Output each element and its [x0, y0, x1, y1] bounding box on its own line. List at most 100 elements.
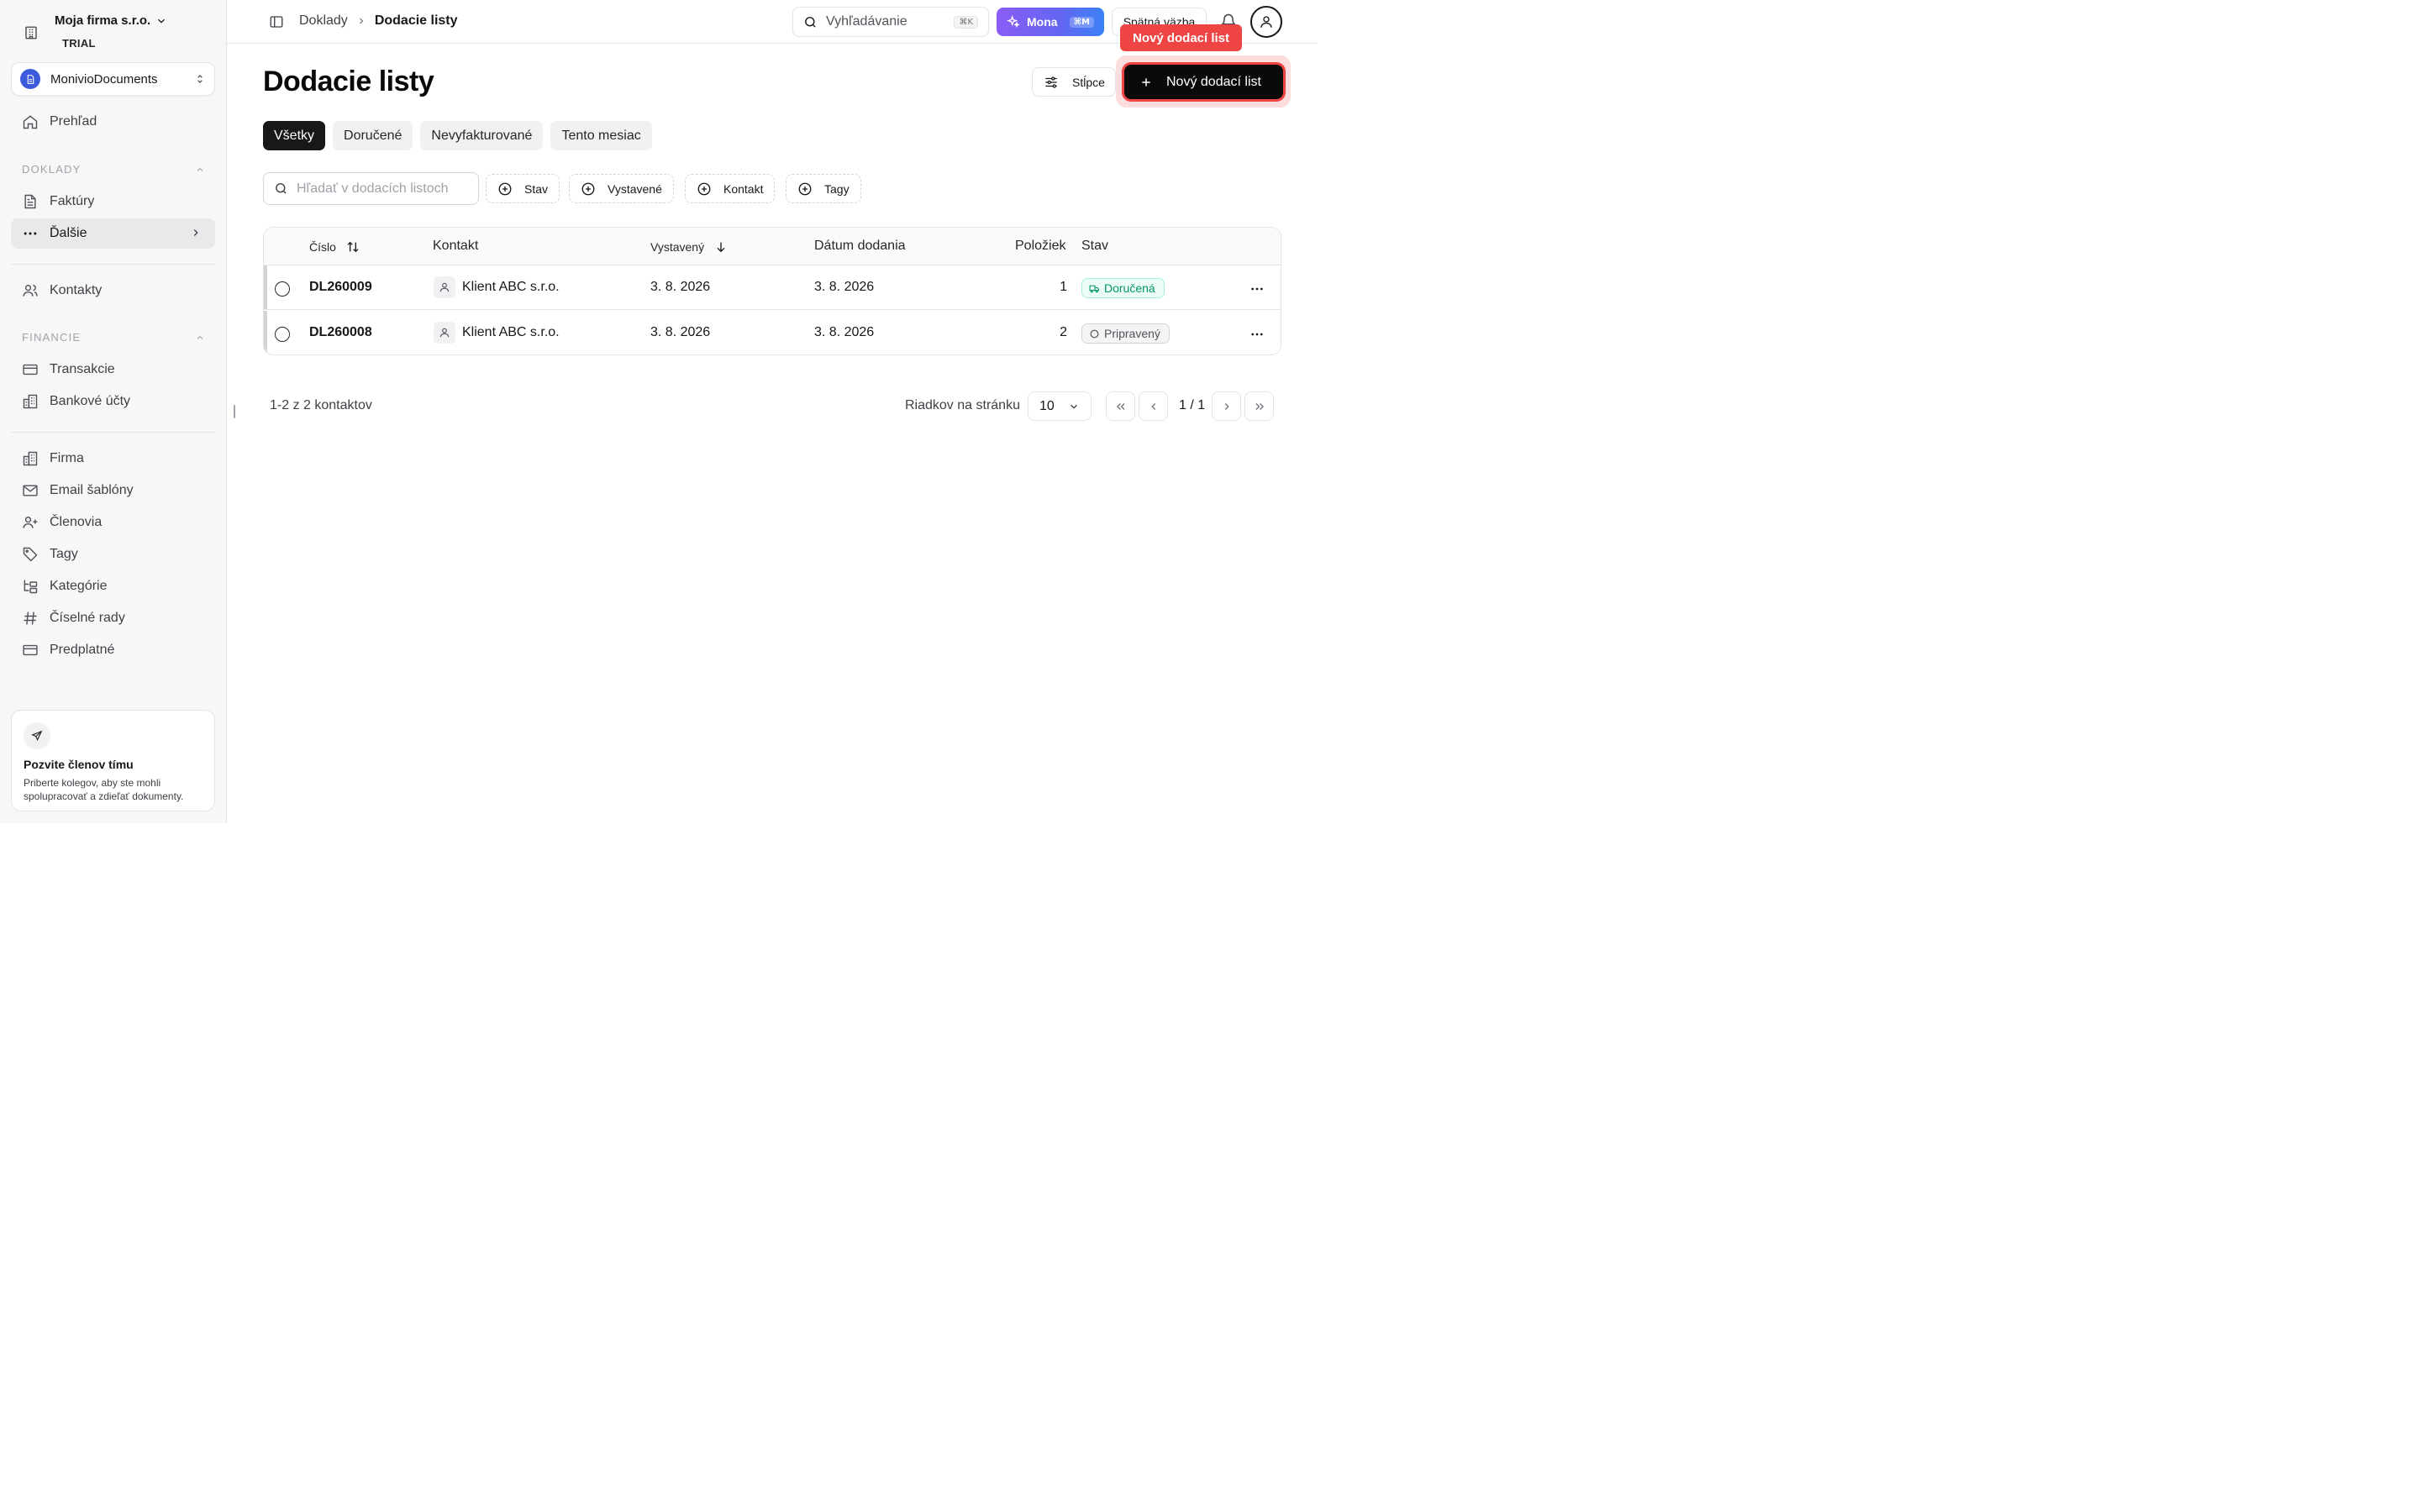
- sidebar-item-bank-accounts[interactable]: Bankové účty: [11, 386, 215, 417]
- sidebar-item-label: Kategórie: [50, 579, 108, 593]
- sidebar-toggle-icon[interactable]: [269, 14, 284, 29]
- sidebar-item-contacts[interactable]: Kontakty: [11, 276, 215, 306]
- first-page-button[interactable]: [1106, 391, 1135, 421]
- section-finance[interactable]: FINANCIE: [22, 331, 205, 344]
- search-icon: [803, 15, 818, 29]
- sidebar-item-number-series[interactable]: Číselné rady: [11, 603, 215, 633]
- plus-circle-icon: [697, 181, 712, 197]
- sidebar-item-label: Predplatné: [50, 643, 115, 657]
- row-select-radio[interactable]: [275, 281, 290, 297]
- sidebar-item-label: Prehľad: [50, 114, 97, 129]
- chevron-right-icon: [356, 16, 366, 26]
- column-header-delivery-date[interactable]: Dátum dodania: [814, 239, 906, 254]
- chevron-left-icon: [1148, 401, 1160, 412]
- filter-chip-contact[interactable]: Kontakt: [685, 174, 776, 203]
- cell-number[interactable]: DL260008: [309, 325, 372, 340]
- chip-label: Stav: [524, 181, 549, 196]
- sidebar-item-more[interactable]: Ďalšie: [11, 218, 215, 249]
- cell-delivery-date: 3. 8. 2026: [814, 325, 875, 339]
- search-label: Vyhľadávanie: [826, 14, 908, 29]
- search-icon: [274, 181, 288, 196]
- column-header-status[interactable]: Stav: [1081, 239, 1108, 254]
- breadcrumb: Doklady Dodacie listy: [299, 13, 458, 29]
- send-icon: [24, 722, 50, 749]
- workspace-switcher[interactable]: MonivioDocuments: [11, 62, 215, 96]
- status-badge: Doručená: [1081, 278, 1165, 298]
- prev-page-button[interactable]: [1139, 391, 1168, 421]
- sidebar-item-transactions[interactable]: Transakcie: [11, 354, 215, 385]
- cell-contact[interactable]: Klient ABC s.r.o.: [462, 280, 560, 295]
- plus-circle-icon: [797, 181, 813, 197]
- credit-card-icon: [22, 642, 39, 659]
- filter-chip-tags[interactable]: Tagy: [786, 174, 861, 203]
- plus-circle-icon: [497, 181, 513, 197]
- filter-chip-issued[interactable]: Vystavené: [569, 174, 674, 203]
- user-icon: [434, 276, 455, 298]
- sidebar-item-email-templates[interactable]: Email šablóny: [11, 475, 215, 506]
- column-header-items[interactable]: Položiek: [1015, 239, 1065, 254]
- filter-chip-status[interactable]: Stav: [486, 174, 560, 203]
- sidebar: Moja firma s.r.o. TRIAL MonivioDocuments…: [0, 0, 227, 823]
- sidebar-item-label: Transakcie: [50, 362, 115, 376]
- rows-per-page-select[interactable]: 10: [1028, 391, 1092, 421]
- breadcrumb-parent[interactable]: Doklady: [299, 13, 348, 29]
- column-header-issued[interactable]: Vystavený: [650, 240, 728, 254]
- company-switcher[interactable]: Moja firma s.r.o. TRIAL: [17, 12, 210, 52]
- more-horizontal-icon: [22, 225, 39, 242]
- row-actions-icon[interactable]: [1249, 327, 1265, 342]
- last-page-button[interactable]: [1244, 391, 1274, 421]
- section-label: FINANCIE: [22, 331, 82, 344]
- chip-label: Kontakt: [723, 181, 764, 196]
- sidebar-item-members[interactable]: Členovia: [11, 507, 215, 538]
- table-search[interactable]: [263, 172, 479, 205]
- chip-label: Vystavené: [608, 181, 662, 196]
- arrow-down-icon: [714, 240, 728, 254]
- table-search-input[interactable]: [297, 181, 456, 197]
- table-header: Číslo Kontakt Vystavený Dátum dodania Po…: [264, 228, 1281, 265]
- search-shortcut: ⌘K: [954, 15, 978, 29]
- tab-this-month[interactable]: Tento mesiac: [550, 121, 652, 150]
- section-label: DOKLADY: [22, 163, 82, 176]
- table-row[interactable]: DL260008 Klient ABC s.r.o. 3. 8. 2026 3.…: [264, 311, 1281, 354]
- sidebar-item-subscription[interactable]: Predplatné: [11, 635, 215, 665]
- tab-not-invoiced[interactable]: Nevyfakturované: [420, 121, 544, 150]
- sidebar-item-invoices[interactable]: Faktúry: [11, 186, 215, 217]
- tab-all[interactable]: Všetky: [263, 121, 326, 150]
- column-header-number[interactable]: Číslo: [309, 240, 360, 254]
- cell-issued: 3. 8. 2026: [650, 325, 711, 339]
- divider: [11, 264, 215, 265]
- hash-icon: [22, 610, 39, 627]
- rows-per-page-value: 10: [1039, 398, 1055, 413]
- file-text-icon: [22, 193, 39, 210]
- section-doklady[interactable]: DOKLADY: [22, 163, 205, 176]
- mona-shortcut: ⌘M: [1069, 16, 1094, 28]
- sidebar-item-label: Členovia: [50, 515, 103, 529]
- rows-per-page-label: Riadkov na stránku: [905, 398, 1020, 412]
- sidebar-item-tags[interactable]: Tagy: [11, 539, 215, 570]
- cell-contact[interactable]: Klient ABC s.r.o.: [462, 325, 560, 340]
- workspace-name: MonivioDocuments: [50, 71, 158, 87]
- mona-ai-button[interactable]: Mona ⌘M: [997, 8, 1104, 36]
- next-page-button[interactable]: [1212, 391, 1241, 421]
- folder-tree-icon: [22, 578, 39, 595]
- columns-button[interactable]: Stĺpce: [1032, 67, 1116, 97]
- user-avatar-button[interactable]: [1250, 6, 1282, 38]
- global-search[interactable]: Vyhľadávanie ⌘K: [792, 7, 989, 37]
- row-select-radio[interactable]: [275, 327, 290, 342]
- cell-number[interactable]: DL260009: [309, 280, 372, 295]
- new-delivery-note-button[interactable]: Nový dodací list: [1124, 65, 1283, 99]
- sidebar-item-label: Faktúry: [50, 194, 95, 208]
- row-actions-icon[interactable]: [1249, 281, 1265, 297]
- column-header-contact[interactable]: Kontakt: [433, 239, 478, 254]
- sidebar-item-categories[interactable]: Kategórie: [11, 571, 215, 601]
- row-indicator: [264, 265, 267, 309]
- sidebar-resize-handle[interactable]: [234, 405, 235, 418]
- sidebar-item-overview[interactable]: Prehľad: [11, 107, 215, 137]
- user-icon: [434, 322, 455, 344]
- sidebar-item-company[interactable]: Firma: [11, 444, 215, 474]
- tab-delivered[interactable]: Doručené: [333, 121, 413, 150]
- table-row[interactable]: DL260009 Klient ABC s.r.o. 3. 8. 2026 3.…: [264, 265, 1281, 310]
- status-label: Pripravený: [1104, 327, 1160, 340]
- sliders-icon: [1044, 75, 1059, 90]
- invite-card[interactable]: Pozvite členov tímu Priberte kolegov, ab…: [11, 710, 215, 811]
